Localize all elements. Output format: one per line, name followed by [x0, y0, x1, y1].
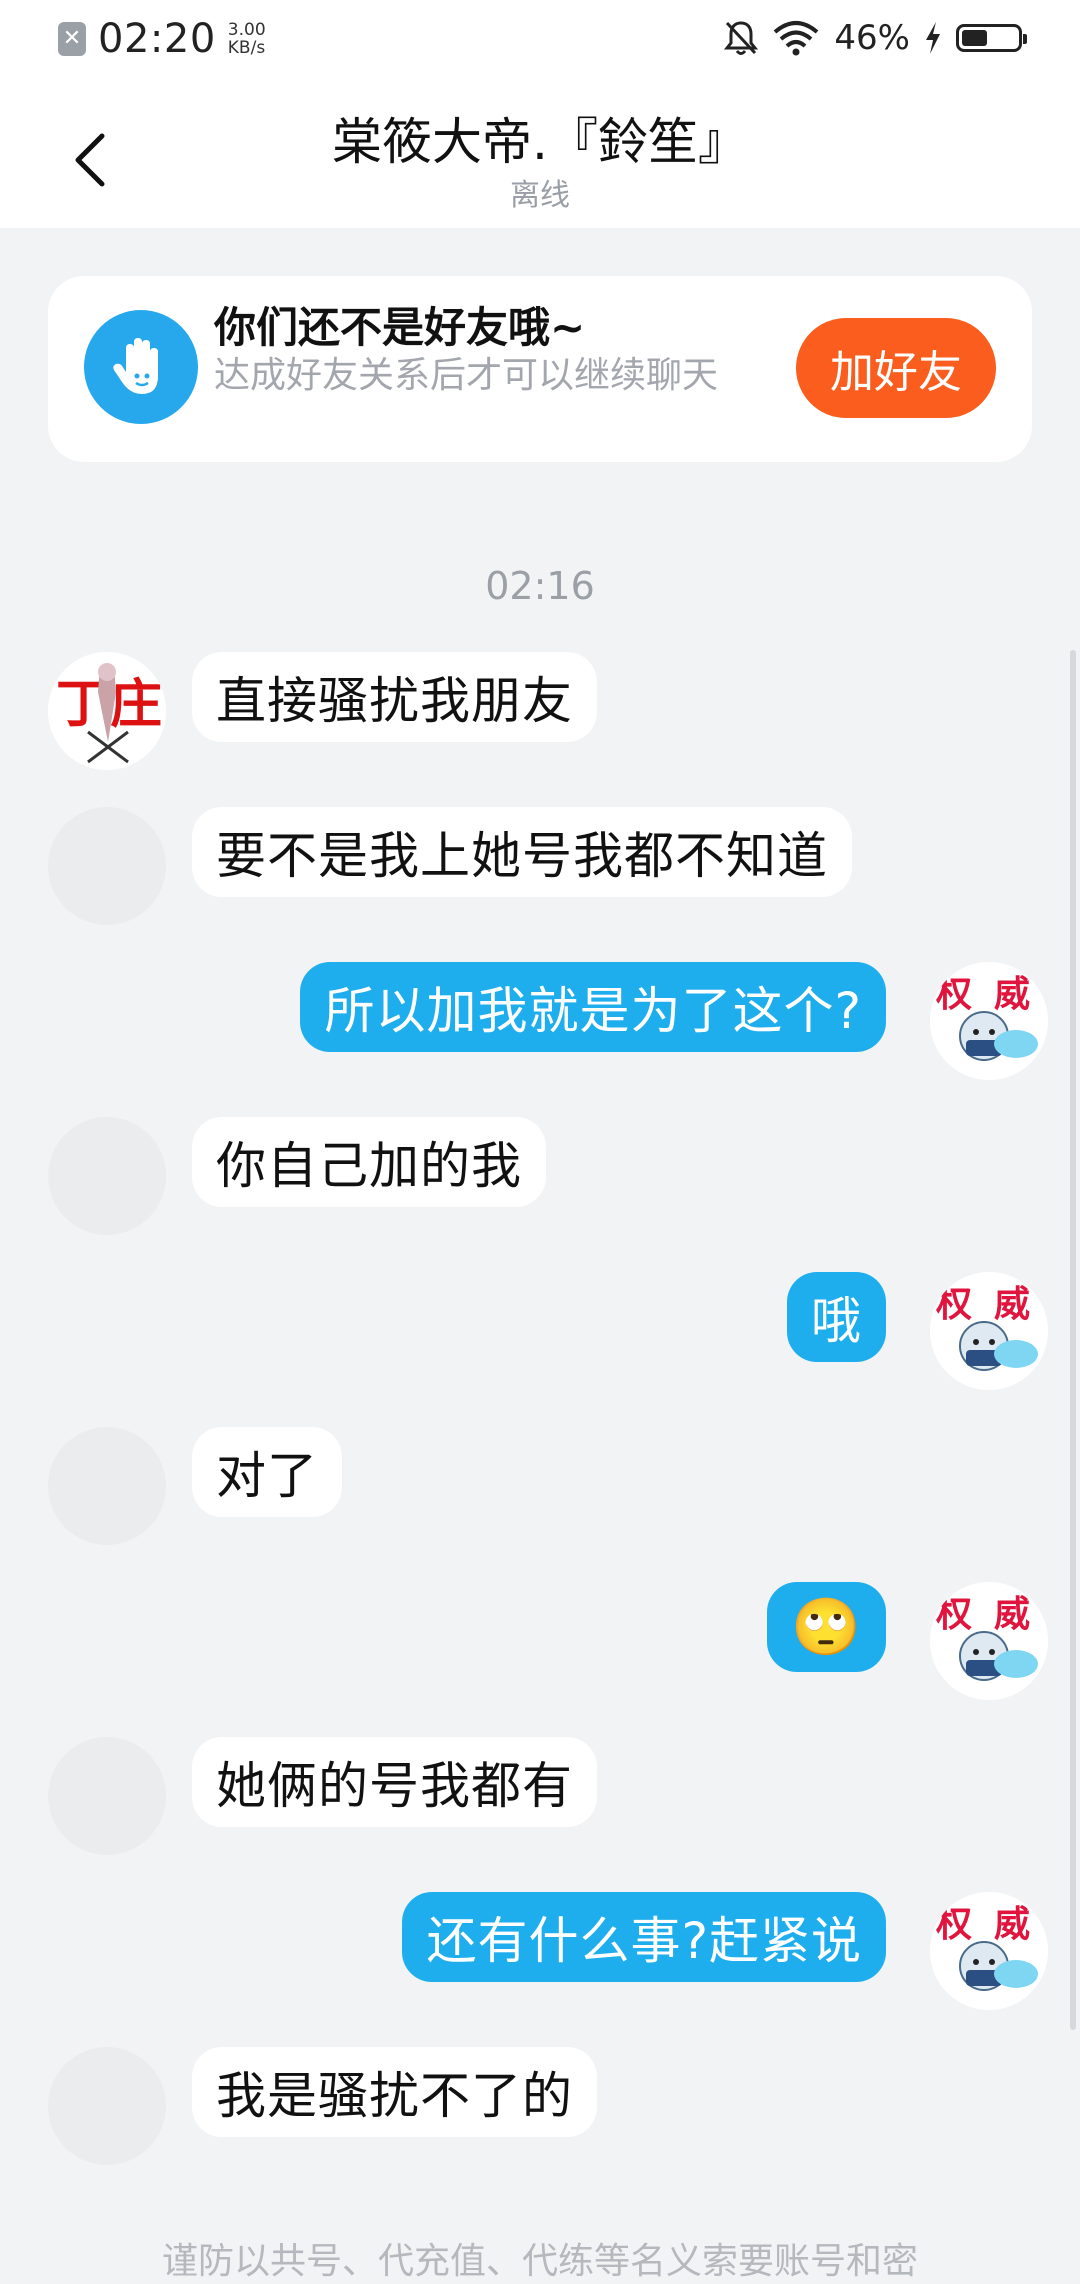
svg-text:庄: 庄	[110, 676, 162, 734]
battery-icon	[956, 24, 1027, 52]
add-friend-button[interactable]: 加好友	[796, 318, 996, 418]
svg-text:威: 威	[994, 974, 1030, 1014]
svg-text:权: 权	[935, 1284, 972, 1324]
message-bubble[interactable]: 直接骚扰我朋友	[192, 652, 597, 742]
my-avatar[interactable]: 权威	[930, 1892, 1048, 2010]
contact-avatar[interactable]: 丁庄	[48, 652, 166, 770]
contact-avatar[interactable]	[48, 1737, 166, 1855]
outgoing-message: 权威所以加我就是为了这个?	[0, 962, 1080, 1092]
contact-name: 棠筱大帝.『鈴笙』	[332, 113, 748, 171]
message-bubble[interactable]: 你自己加的我	[192, 1117, 546, 1207]
status-right: 46%	[724, 18, 1027, 58]
svg-text:威: 威	[994, 1594, 1030, 1634]
incoming-message: 要不是我上她号我都不知道	[0, 807, 1080, 937]
status-left: ✕ 02:20 3.00 KB/s	[58, 16, 266, 62]
my-avatar[interactable]: 权威	[930, 1582, 1048, 1700]
incoming-message: 她俩的号我都有	[0, 1737, 1080, 1867]
outgoing-message: 权威还有什么事?赶紧说	[0, 1892, 1080, 2022]
contact-avatar[interactable]	[48, 2047, 166, 2165]
battery-percent: 46%	[834, 18, 910, 58]
safety-notice: 谨防以共号、代充值、代练等名义索要账号和密	[161, 2241, 918, 2282]
not-friends-banner: 你们还不是好友哦~ 达成好友关系后才可以继续聊天 加好友	[48, 276, 1032, 462]
incoming-message: 我是骚扰不了的	[0, 2047, 1080, 2177]
message-bubble[interactable]: 我是骚扰不了的	[192, 2047, 597, 2137]
outgoing-message: 权威 🙄	[0, 1582, 1080, 1712]
message-bubble[interactable]: 对了	[192, 1427, 342, 1517]
incoming-message: 丁庄直接骚扰我朋友	[0, 652, 1080, 782]
mute-bell-icon	[724, 21, 759, 55]
scrollbar[interactable]	[1070, 650, 1076, 2030]
svg-text:权: 权	[935, 974, 972, 1014]
status-bar: ✕ 02:20 3.00 KB/s 46%	[0, 0, 1080, 86]
svg-text:威: 威	[994, 1284, 1030, 1324]
status-time: 02:20	[98, 16, 216, 62]
notification-icon: ✕	[58, 22, 86, 56]
message-bubble[interactable]: 所以加我就是为了这个?	[300, 962, 886, 1052]
contact-avatar[interactable]	[48, 1427, 166, 1545]
message-bubble[interactable]: 她俩的号我都有	[192, 1737, 597, 1827]
message-timestamp: 02:16	[485, 564, 595, 608]
incoming-message: 你自己加的我	[0, 1117, 1080, 1247]
wifi-icon	[774, 21, 819, 56]
contact-avatar[interactable]	[48, 1117, 166, 1235]
contact-avatar[interactable]	[48, 807, 166, 925]
battery-fill	[962, 30, 987, 46]
message-bubble[interactable]: 还有什么事?赶紧说	[402, 1892, 886, 1982]
svg-text:权: 权	[935, 1594, 972, 1634]
banner-title: 你们还不是好友哦~	[214, 303, 586, 352]
my-avatar[interactable]: 权威	[930, 1272, 1048, 1390]
network-speed-unit: KB/s	[227, 38, 266, 58]
network-speed-value: 3.00	[227, 20, 266, 40]
message-bubble[interactable]: 哦	[787, 1272, 886, 1362]
svg-text:威: 威	[994, 1904, 1030, 1944]
contact-status: 离线	[510, 178, 570, 213]
my-avatar[interactable]: 权威	[930, 962, 1048, 1080]
message-bubble[interactable]: 🙄	[767, 1582, 886, 1672]
chat-header: 棠筱大帝.『鈴笙』 离线	[0, 86, 1080, 228]
network-speed: 3.00 KB/s	[228, 21, 266, 57]
incoming-message: 对了	[0, 1427, 1080, 1557]
charging-icon	[926, 22, 940, 54]
banner-subtitle: 达成好友关系后才可以继续聊天	[214, 355, 719, 396]
svg-text:权: 权	[935, 1904, 972, 1944]
wave-hand-icon	[84, 310, 198, 424]
message-bubble[interactable]: 要不是我上她号我都不知道	[192, 807, 852, 897]
outgoing-message: 权威哦	[0, 1272, 1080, 1402]
